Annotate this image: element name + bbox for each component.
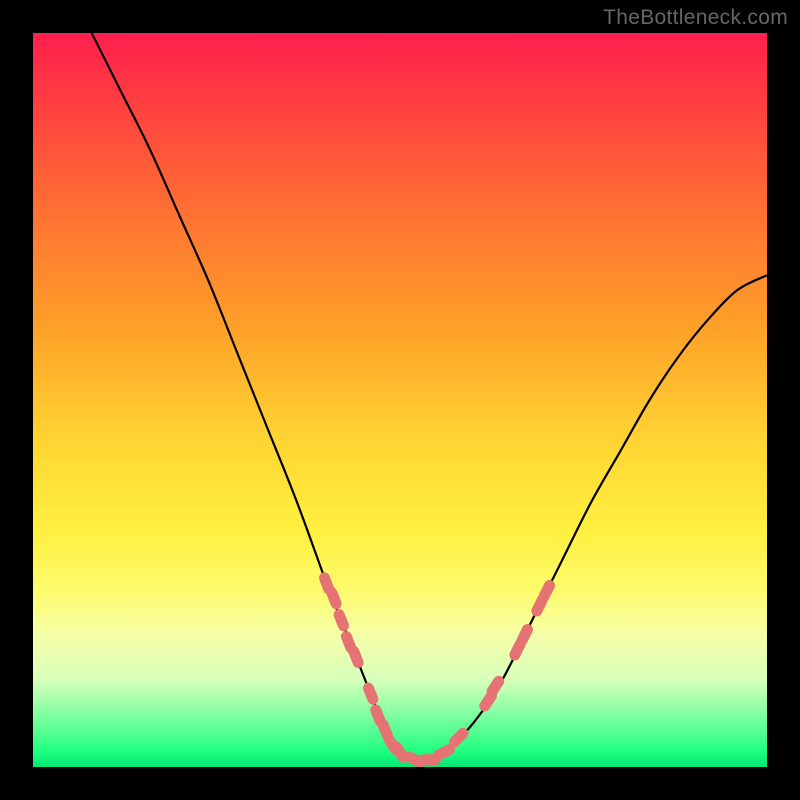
curve-marker (346, 637, 350, 648)
chart-svg (33, 33, 767, 767)
curve-marker (376, 710, 380, 721)
plot-area (33, 33, 767, 767)
curve-marker (522, 630, 527, 641)
curve-marker (439, 750, 450, 755)
curve-marker (544, 586, 549, 597)
curve-marker (485, 696, 492, 706)
curve-markers (325, 578, 550, 762)
chart-stage: TheBottleneck.com (0, 0, 800, 800)
curve-marker (368, 688, 373, 699)
curve-marker (354, 651, 359, 662)
curve-marker (325, 578, 329, 589)
curve-marker (492, 681, 499, 691)
curve-marker (515, 644, 520, 655)
curve-marker (455, 733, 464, 742)
watermark-text: TheBottleneck.com (603, 6, 788, 30)
curve-marker (383, 725, 387, 736)
bottleneck-curve (92, 33, 767, 761)
curve-marker (332, 593, 337, 604)
curve-marker (537, 600, 542, 611)
curve-marker (339, 615, 343, 626)
curve-marker (397, 747, 404, 757)
